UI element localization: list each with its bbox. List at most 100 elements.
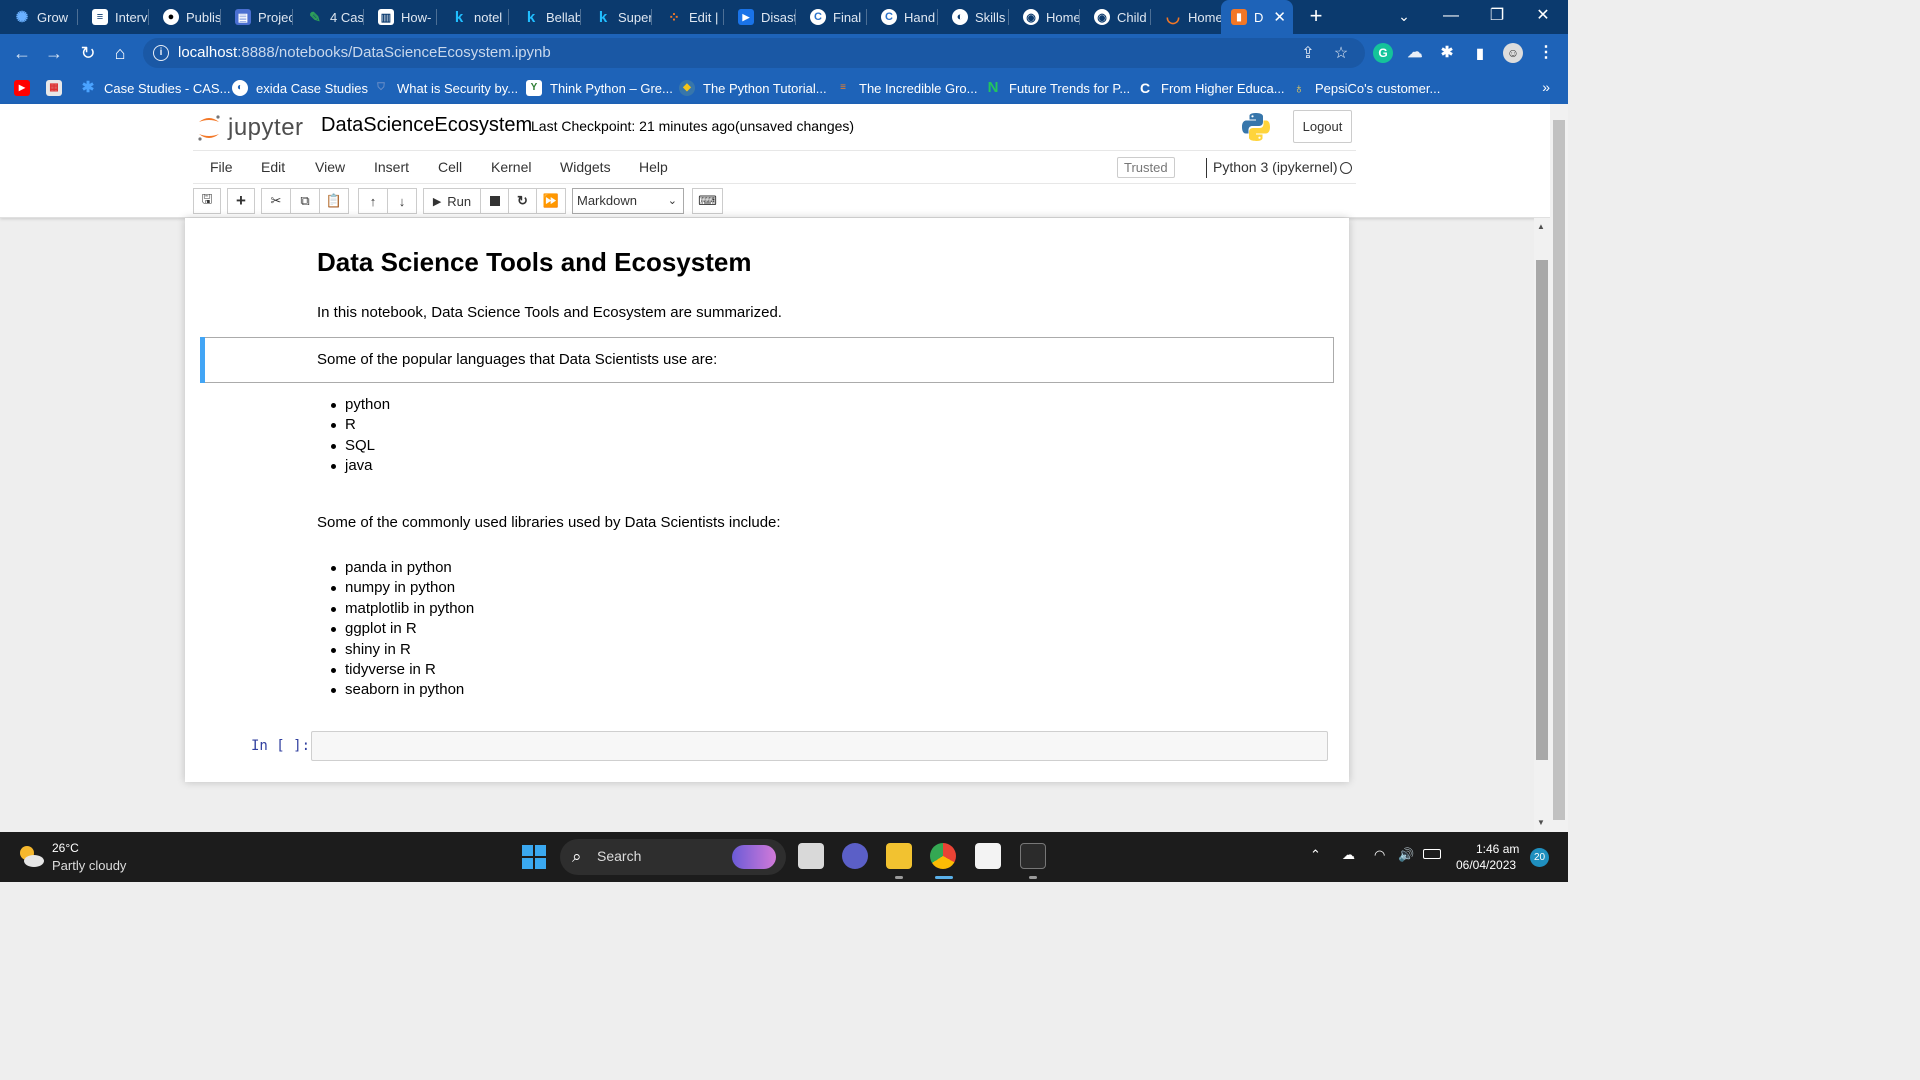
- bookmarks-overflow-icon[interactable]: »: [1542, 79, 1550, 95]
- scrollbar-thumb[interactable]: [1536, 260, 1548, 760]
- jupyter-logo[interactable]: jupyter: [196, 112, 304, 144]
- bookmark-star-icon[interactable]: ☆: [1331, 44, 1351, 64]
- side-panel-icon[interactable]: ▮: [1470, 43, 1490, 63]
- bookmark-item[interactable]: ⛉ What is Security by...: [373, 79, 518, 97]
- onedrive-icon[interactable]: ☁: [1342, 847, 1355, 863]
- terminal-icon[interactable]: [1020, 843, 1046, 869]
- volume-icon[interactable]: 🔊: [1398, 847, 1414, 863]
- scroll-down-icon[interactable]: ▼: [1537, 818, 1545, 827]
- home-icon[interactable]: ⌂: [108, 41, 132, 65]
- browser-tab-active[interactable]: ▮ D ✕: [1221, 0, 1293, 34]
- weather-condition[interactable]: Partly cloudy: [52, 858, 126, 873]
- restore-button[interactable]: ❐: [1474, 0, 1520, 34]
- back-arrow-icon[interactable]: ←: [10, 41, 34, 65]
- page-scrollbar-thumb[interactable]: [1553, 120, 1565, 820]
- menu-kernel[interactable]: Kernel: [491, 159, 531, 175]
- cloud-extension-icon[interactable]: ☁: [1405, 43, 1425, 63]
- browser-tab[interactable]: k Bellab: [509, 0, 581, 34]
- menu-cell[interactable]: Cell: [438, 159, 462, 175]
- notebook-name[interactable]: DataScienceEcosystem: [321, 114, 532, 137]
- url-text[interactable]: localhost:8888/notebooks/DataScienceEcos…: [178, 44, 551, 61]
- browser-tab[interactable]: ⁘ Edit |: [652, 0, 724, 34]
- bookmark-item[interactable]: C From Higher Educa...: [1137, 79, 1285, 97]
- bookmark-item[interactable]: ◐ exida Case Studies: [232, 79, 368, 97]
- browser-tab[interactable]: ◉ Child: [1080, 0, 1151, 34]
- copy-icon[interactable]: ⧉: [290, 188, 320, 214]
- insert-cell-icon[interactable]: +: [227, 188, 255, 214]
- move-down-icon[interactable]: ↓: [387, 188, 417, 214]
- run-button[interactable]: ▶ Run: [423, 188, 481, 214]
- bookmark-item[interactable]: ✱ Case Studies - CAS...: [80, 79, 231, 97]
- menu-insert[interactable]: Insert: [374, 159, 409, 175]
- trusted-indicator[interactable]: Trusted: [1117, 157, 1175, 178]
- bookmark-store[interactable]: ▦: [46, 79, 70, 97]
- kernel-name[interactable]: Python 3 (ipykernel): [1213, 159, 1338, 175]
- clock-date[interactable]: 06/04/2023: [1456, 858, 1516, 872]
- notebook-scrollbar[interactable]: ▲ ▼: [1534, 218, 1550, 832]
- new-tab-button[interactable]: +: [1304, 5, 1328, 29]
- browser-tab[interactable]: ◐ Skills: [938, 0, 1009, 34]
- menu-widgets[interactable]: Widgets: [560, 159, 611, 175]
- browser-tab[interactable]: ◡ Home: [1151, 0, 1221, 34]
- restart-icon[interactable]: ↻: [508, 188, 537, 214]
- bookmark-item[interactable]: Y Think Python – Gre...: [526, 79, 673, 97]
- file-explorer-icon[interactable]: [886, 843, 912, 869]
- share-icon[interactable]: ⇪: [1298, 44, 1318, 64]
- battery-icon[interactable]: [1423, 849, 1441, 859]
- browser-tab[interactable]: k notel: [437, 0, 509, 34]
- reload-icon[interactable]: ↻: [76, 41, 100, 65]
- cell-type-select[interactable]: Markdown ⌄: [572, 188, 684, 214]
- browser-tab[interactable]: k Super: [581, 0, 652, 34]
- microsoft-store-icon[interactable]: [975, 843, 1001, 869]
- minimize-button[interactable]: —: [1428, 0, 1474, 34]
- taskbar-search-box[interactable]: ⌕ Search: [560, 839, 786, 875]
- menu-help[interactable]: Help: [639, 159, 668, 175]
- teams-chat-icon[interactable]: [842, 843, 868, 869]
- logout-button[interactable]: Logout: [1293, 110, 1352, 143]
- scroll-up-icon[interactable]: ▲: [1537, 222, 1545, 231]
- bookmark-item[interactable]: N Future Trends for P...: [985, 79, 1131, 97]
- browser-tab[interactable]: ✎ 4 Cas: [293, 0, 364, 34]
- save-icon[interactable]: 🖫: [193, 188, 221, 214]
- notification-badge[interactable]: 20: [1530, 848, 1549, 867]
- clock-time[interactable]: 1:46 am: [1476, 842, 1519, 856]
- keyboard-icon[interactable]: ⌨: [692, 188, 723, 214]
- browser-menu-icon[interactable]: ⋮: [1536, 43, 1556, 63]
- browser-tab[interactable]: ▤ Projec: [221, 0, 293, 34]
- browser-tab[interactable]: ▶ Disast: [724, 0, 796, 34]
- fast-forward-icon[interactable]: ⏩: [536, 188, 566, 214]
- bookmark-item[interactable]: ≡ The Incredible Gro...: [835, 79, 977, 97]
- browser-tab[interactable]: ◉ Home: [1009, 0, 1080, 34]
- tab-search-icon[interactable]: ⌄: [1381, 0, 1427, 34]
- move-up-icon[interactable]: ↑: [358, 188, 388, 214]
- browser-tab[interactable]: ▥ How-: [364, 0, 437, 34]
- cut-icon[interactable]: ✂: [261, 188, 291, 214]
- weather-temperature[interactable]: 26°C: [52, 841, 79, 855]
- wifi-icon[interactable]: ◠: [1374, 847, 1385, 863]
- browser-tab[interactable]: C Final: [796, 0, 867, 34]
- extensions-puzzle-icon[interactable]: ✱: [1437, 43, 1457, 63]
- chrome-icon[interactable]: [930, 843, 956, 869]
- bookmark-item[interactable]: ◆ The Python Tutorial...: [679, 79, 827, 97]
- stop-icon[interactable]: [480, 188, 509, 214]
- chevron-up-icon[interactable]: ⌃: [1310, 847, 1321, 863]
- menu-view[interactable]: View: [315, 159, 345, 175]
- browser-tab[interactable]: C Hand: [867, 0, 938, 34]
- paste-icon[interactable]: 📋: [319, 188, 349, 214]
- browser-tab[interactable]: ● Publis: [149, 0, 221, 34]
- menu-edit[interactable]: Edit: [261, 159, 285, 175]
- bookmark-item[interactable]: ♁ PepsiCo's customer...: [1291, 79, 1441, 97]
- menu-file[interactable]: File: [210, 159, 233, 175]
- task-view-icon[interactable]: [798, 843, 824, 869]
- bookmark-youtube[interactable]: ▶: [14, 79, 38, 97]
- browser-tab[interactable]: ✺ Grow: [0, 0, 78, 34]
- url-omnibox[interactable]: i localhost:8888/notebooks/DataScienceEc…: [143, 38, 1365, 68]
- close-tab-icon[interactable]: ✕: [1273, 8, 1286, 26]
- page-scrollbar[interactable]: [1550, 104, 1568, 832]
- forward-arrow-icon[interactable]: →: [42, 41, 66, 65]
- site-info-icon[interactable]: i: [153, 45, 169, 61]
- grammarly-extension-icon[interactable]: G: [1373, 43, 1393, 63]
- code-cell-input[interactable]: [311, 731, 1328, 761]
- profile-avatar[interactable]: ☺: [1503, 43, 1523, 63]
- windows-start-icon[interactable]: [522, 845, 546, 869]
